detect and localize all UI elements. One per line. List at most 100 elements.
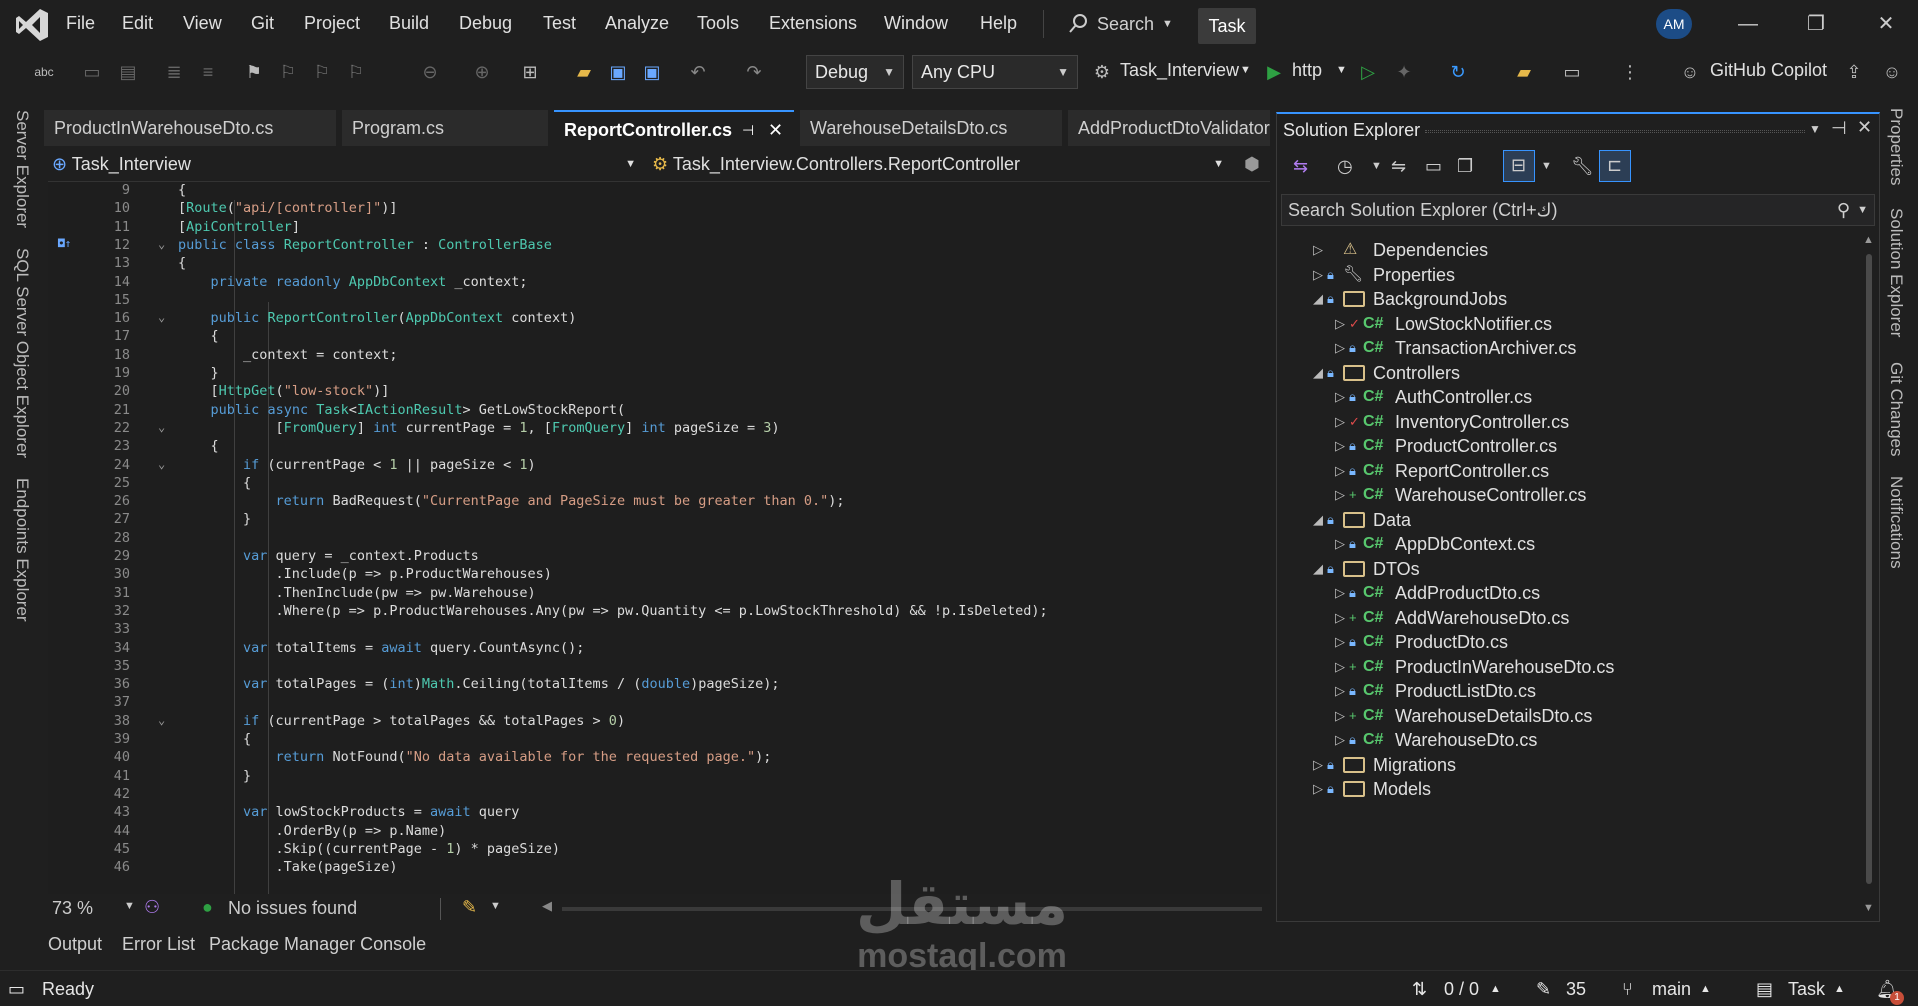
menu-analyze[interactable]: Analyze [605,13,669,34]
account-avatar[interactable]: AM [1656,9,1692,39]
code-line[interactable]: 21 public async Task<IActionResult> GetL… [48,402,1270,420]
solution-platform-select[interactable]: Any CPU ▼ [912,55,1078,89]
outdent-icon[interactable]: ≡ [196,60,220,84]
code-line[interactable]: 38 ⌄ if (currentPage > totalPages && tota… [48,713,1270,731]
tab-reportcontroller[interactable]: ReportController.cs ⊣ ✕ [554,110,794,146]
navigate-forward-icon[interactable]: ⊕ [470,60,494,84]
undo-icon[interactable]: ↶ [686,60,710,84]
toolbar-options-icon[interactable]: ⋮ [1618,60,1642,84]
code-line[interactable]: 18 _context = context; [48,347,1270,365]
sync-icon[interactable]: ⇋ [1391,156,1406,177]
chevron-down-icon[interactable]: ▼ [1809,122,1821,136]
filter-pending-changes-button[interactable]: ⊟ [1503,150,1535,182]
scrollbar-thumb[interactable] [1866,254,1872,884]
launch-profile-select[interactable]: http [1292,60,1322,81]
code-line[interactable]: 40 return NotFound("No data available fo… [48,749,1270,767]
code-line[interactable]: 10 [Route("api/[controller]")] [48,200,1270,218]
menu-git[interactable]: Git [251,13,274,34]
code-line[interactable]: 13 { [48,255,1270,273]
code-line[interactable]: 33 [48,621,1270,639]
menu-extensions[interactable]: Extensions [769,13,857,34]
fold-chevron-icon[interactable]: ⌄ [158,713,165,727]
code-line[interactable]: 43 var lowStockProducts = await query [48,804,1270,822]
open-folder-icon[interactable]: ▰ [572,60,596,84]
tab-program[interactable]: Program.cs [342,110,548,146]
code-line[interactable]: 46 .Take(pageSize) [48,859,1270,877]
output-icon[interactable]: ▭ [8,979,25,1000]
chevron-down-icon[interactable]: ▼ [1336,64,1347,76]
code-line[interactable]: 9{ [48,182,1270,200]
code-line[interactable]: 12 ◘↑ ⌄ public class ReportController : Con… [48,237,1270,255]
code-line[interactable]: 16 ⌄ public ReportController(AppDbContext… [48,310,1270,328]
tab-notifications[interactable]: Notifications [1886,476,1906,569]
pin-icon[interactable]: ⊣ [1831,118,1847,139]
chevron-down-icon[interactable]: ▼ [1240,64,1251,76]
code-line[interactable]: 35 [48,658,1270,676]
code-line[interactable]: 34 var totalItems = await query.CountAsy… [48,640,1270,658]
chevron-down-icon[interactable]: ▼ [1371,160,1382,172]
code-line[interactable]: 45 .Skip((currentPage - 1) * pageSize) [48,841,1270,859]
feedback-icon[interactable]: ☺ [1880,60,1904,84]
chevron-up-icon[interactable]: ▲ [1700,983,1711,995]
code-cleanup-icon[interactable]: ✎ [462,897,477,918]
solution-name-badge[interactable]: Task [1198,8,1256,44]
comment-icon[interactable]: ▭ [80,60,104,84]
panel-grip[interactable] [1425,130,1805,133]
start-debugging-icon[interactable]: ▶ [1262,60,1286,84]
show-all-files-icon[interactable]: ❐ [1457,156,1473,177]
chevron-down-icon[interactable]: ▼ [490,900,501,912]
redo-icon[interactable]: ↷ [742,60,766,84]
code-line[interactable]: 26 return BadRequest("CurrentPage and Pa… [48,493,1270,511]
code-line[interactable]: 15 [48,292,1270,310]
next-bookmark-icon[interactable]: ⚐ [310,60,334,84]
close-icon[interactable]: ✕ [1857,117,1872,138]
menu-view[interactable]: View [183,13,222,34]
menu-help[interactable]: Help [980,13,1017,34]
pin-icon[interactable]: ⊣ [742,112,754,146]
code-line[interactable]: 14 private readonly AppDbContext _contex… [48,274,1270,292]
chevron-down-icon[interactable]: ▼ [124,900,135,912]
bookmark-icon[interactable]: ⚑ [242,60,266,84]
menu-debug[interactable]: Debug [459,13,512,34]
search-box[interactable]: Search ▼ [1067,9,1173,39]
github-copilot-button[interactable]: GitHub Copilot [1710,60,1827,81]
share-icon[interactable]: ⇪ [1842,60,1866,84]
indent-icon[interactable]: ≣ [162,60,186,84]
menu-build[interactable]: Build [389,13,429,34]
save-all-icon[interactable]: ▣ [640,60,664,84]
close-icon[interactable]: ✕ [768,112,783,146]
start-without-debugging-icon[interactable]: ▷ [1356,60,1380,84]
tab-properties[interactable]: Properties [1886,108,1906,185]
code-line[interactable]: 44 .OrderBy(p => p.Name) [48,823,1270,841]
tree-folder[interactable]: ▷ 🔒︎ Models [1277,775,1857,803]
code-line[interactable]: 32 .Where(p => p.ProductWarehouses.Any(p… [48,603,1270,621]
code-line[interactable]: 19 } [48,365,1270,383]
clear-bookmarks-icon[interactable]: ⚐ [344,60,368,84]
collapse-all-icon[interactable]: ▭ [1425,156,1442,177]
code-editor[interactable]: 9{10 [Route("api/[controller]")] 11 [ApiCon… [48,182,1270,894]
solution-configuration-select[interactable]: Debug ▼ [806,55,904,89]
menu-project[interactable]: Project [304,13,360,34]
code-line[interactable]: 23 { [48,438,1270,456]
history-icon[interactable]: ◷ [1337,156,1353,177]
spellcheck-icon[interactable]: abc [32,60,56,84]
scroll-down-icon[interactable]: ▼ [1863,902,1874,914]
refresh-icon[interactable]: ↻ [1446,60,1470,84]
solution-search-input[interactable]: Search Solution Explorer (Ctrl+ك) ⚲ ▼ [1281,194,1875,226]
code-line[interactable]: 31 .ThenInclude(pw => pw.Warehouse) [48,585,1270,603]
type-dropdown[interactable]: ⚙ Task_Interview.Controllers.ReportContr… [652,149,1232,179]
menu-file[interactable]: File [66,13,95,34]
navigate-back-icon[interactable]: ⊖ [418,60,442,84]
tab-output[interactable]: Output [48,934,102,955]
code-line[interactable]: 24 ⌄ if (currentPage < 1 || pageSize < 1) [48,457,1270,475]
members-dropdown-icon[interactable]: ⬢ [1244,149,1260,179]
code-line[interactable]: 22 ⌄ [FromQuery] int currentPage = 1, [Fr… [48,420,1270,438]
issues-status[interactable]: No issues found [228,898,357,919]
fold-chevron-icon[interactable]: ⌄ [158,237,165,251]
tab-endpoints-explorer[interactable]: Endpoints Explorer [12,478,32,622]
startup-project-select[interactable]: Task_Interview [1120,60,1239,81]
sync-active-document-icon[interactable]: ⇆ [1293,156,1308,177]
code-line[interactable]: 41 } [48,768,1270,786]
tab-productinwarehousedto[interactable]: ProductInWarehouseDto.cs [44,110,336,146]
tab-sql-server-object-explorer[interactable]: SQL Server Object Explorer [12,248,32,458]
